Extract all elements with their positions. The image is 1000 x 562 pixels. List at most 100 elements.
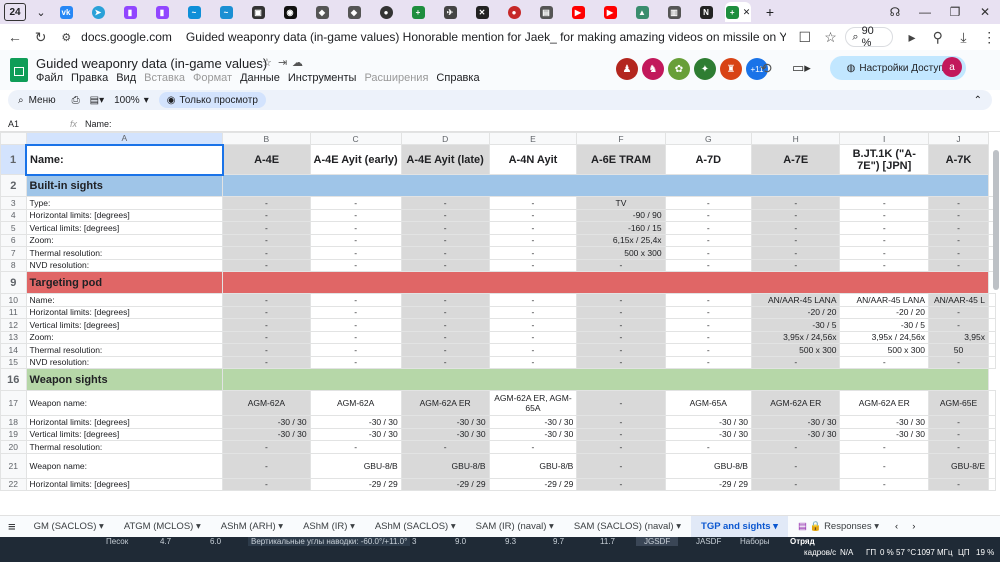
sheet-tab[interactable]: GM (SACLOS) ▾ [24,516,114,538]
table-cell[interactable]: - [839,452,929,479]
table-cell[interactable]: -30 / 30 [222,427,311,441]
table-cell[interactable] [988,427,996,441]
row-number[interactable]: 17 [0,390,27,416]
sheet-tab-active[interactable]: TGP and sights ▾ [691,515,788,538]
table-cell[interactable]: - [309,233,402,247]
table-cell[interactable]: -30 / 30 [488,427,578,441]
table-cell[interactable]: GBU-8/B [664,452,752,479]
table-cell[interactable]: GBU-8/B [488,452,578,479]
row-number[interactable]: 19 [0,427,27,441]
table-cell[interactable]: - [750,452,841,479]
table-cell[interactable] [988,318,996,332]
table-cell[interactable]: - [488,293,578,307]
table-cell[interactable]: - [309,440,402,454]
view-only-chip[interactable]: ◉ Только просмотр [158,92,266,108]
table-cell[interactable] [988,305,996,319]
column-header[interactable]: E [488,132,578,145]
table-cell[interactable]: - [750,477,841,491]
star-icon[interactable]: ☆ [262,56,272,69]
table-cell[interactable]: - [222,305,311,319]
avatar[interactable]: ✦ [694,58,716,80]
profile-icon[interactable]: ☊ [880,2,910,22]
section-fill[interactable] [222,368,989,391]
menu-edit[interactable]: Правка [71,72,108,84]
browser-tab[interactable]: ● [373,2,399,22]
table-cell[interactable]: 50 [927,343,990,357]
table-cell[interactable]: GBU-8/B [309,452,402,479]
menu-dots-icon[interactable]: ⋮ [978,26,1000,48]
table-cell[interactable]: - [222,293,311,307]
table-cell[interactable]: - [664,221,752,235]
table-cell[interactable] [988,390,996,416]
table-cell[interactable]: - [222,330,311,344]
browser-tab[interactable]: ▶ [565,2,591,22]
row-label[interactable]: Zoom: [25,330,224,344]
avatar[interactable]: ♞ [642,58,664,80]
account-avatar[interactable]: a [942,57,962,77]
column-header[interactable]: A [25,132,224,145]
row-label[interactable]: Thermal resolution: [25,246,224,260]
table-cell[interactable]: -30 / 5 [750,318,841,332]
sheet-tab[interactable]: SAM (IR) (naval) ▾ [466,516,564,538]
site-info-icon[interactable]: ⚙ [55,26,77,48]
table-cell[interactable]: A-6E TRAM [576,144,666,175]
browser-tab[interactable]: ➤ [85,2,111,22]
table-cell[interactable]: - [400,355,490,369]
table-cell[interactable]: - [927,258,990,272]
table-cell[interactable]: -30 / 30 [664,415,752,429]
row-number[interactable]: 20 [0,440,27,454]
table-cell[interactable] [988,477,996,491]
row-number[interactable]: 15 [0,355,27,369]
table-cell[interactable]: AGM-65A [664,390,752,416]
minimize-icon[interactable]: — [910,2,940,22]
column-header[interactable]: J [927,132,990,145]
row-number[interactable]: 4 [0,208,27,222]
row-label[interactable]: Thermal resolution: [25,440,224,454]
table-cell[interactable]: - [839,221,929,235]
section-fill[interactable] [222,174,989,197]
table-cell[interactable]: - [309,343,402,357]
table-cell[interactable]: - [576,258,666,272]
table-cell[interactable]: - [309,318,402,332]
column-header[interactable]: D [400,132,490,145]
row-label[interactable]: Zoom: [25,233,224,247]
table-cell[interactable]: - [488,355,578,369]
column-header[interactable]: C [309,132,402,145]
row-number[interactable]: 12 [0,318,27,332]
row-label[interactable]: Vertical limits: [degrees] [25,427,224,441]
table-cell[interactable]: -30 / 30 [664,427,752,441]
table-cell[interactable]: AN/AAR-45 LANA [839,293,929,307]
table-cell[interactable]: - [664,440,752,454]
table-cell[interactable]: - [839,355,929,369]
table-cell[interactable]: AN/AAR-45 LANA [750,293,841,307]
row-label[interactable]: Vertical limits: [degrees] [25,221,224,235]
media-icon[interactable]: ▸ [901,26,923,48]
table-cell[interactable]: - [664,305,752,319]
sheet-tab[interactable]: ▤ 🔒 Responses ▾ [788,516,889,538]
table-cell[interactable]: AN/AAR-45 L [927,293,990,307]
table-cell[interactable]: - [576,355,666,369]
table-cell[interactable]: - [927,208,990,222]
table-cell[interactable]: - [664,233,752,247]
row-label[interactable]: Horizontal limits: [degrees] [25,305,224,319]
vertical-scrollbar[interactable] [993,150,999,290]
browser-tab[interactable]: ~ [181,2,207,22]
table-cell[interactable]: - [750,258,841,272]
sheet-tab[interactable]: AShM (SACLOS) ▾ [365,516,466,538]
table-cell[interactable]: AGM-62A [222,390,311,416]
table-cell[interactable]: - [222,246,311,260]
table-cell[interactable]: TV [576,196,666,210]
table-cell[interactable]: AGM-62A [309,390,402,416]
browser-tab[interactable]: ▲ [629,2,655,22]
table-cell[interactable]: - [400,440,490,454]
browser-tab[interactable]: ▣ [245,2,271,22]
table-cell[interactable]: - [664,318,752,332]
table-cell[interactable]: -20 / 20 [750,305,841,319]
table-cell[interactable]: AGM-62A ER [400,390,490,416]
row-number[interactable]: 22 [0,477,27,491]
table-cell[interactable]: - [400,343,490,357]
table-cell[interactable]: - [664,258,752,272]
table-cell[interactable]: - [400,233,490,247]
row-label[interactable]: Horizontal limits: [degrees] [25,208,224,222]
table-cell-selected[interactable]: Name: [25,143,224,176]
